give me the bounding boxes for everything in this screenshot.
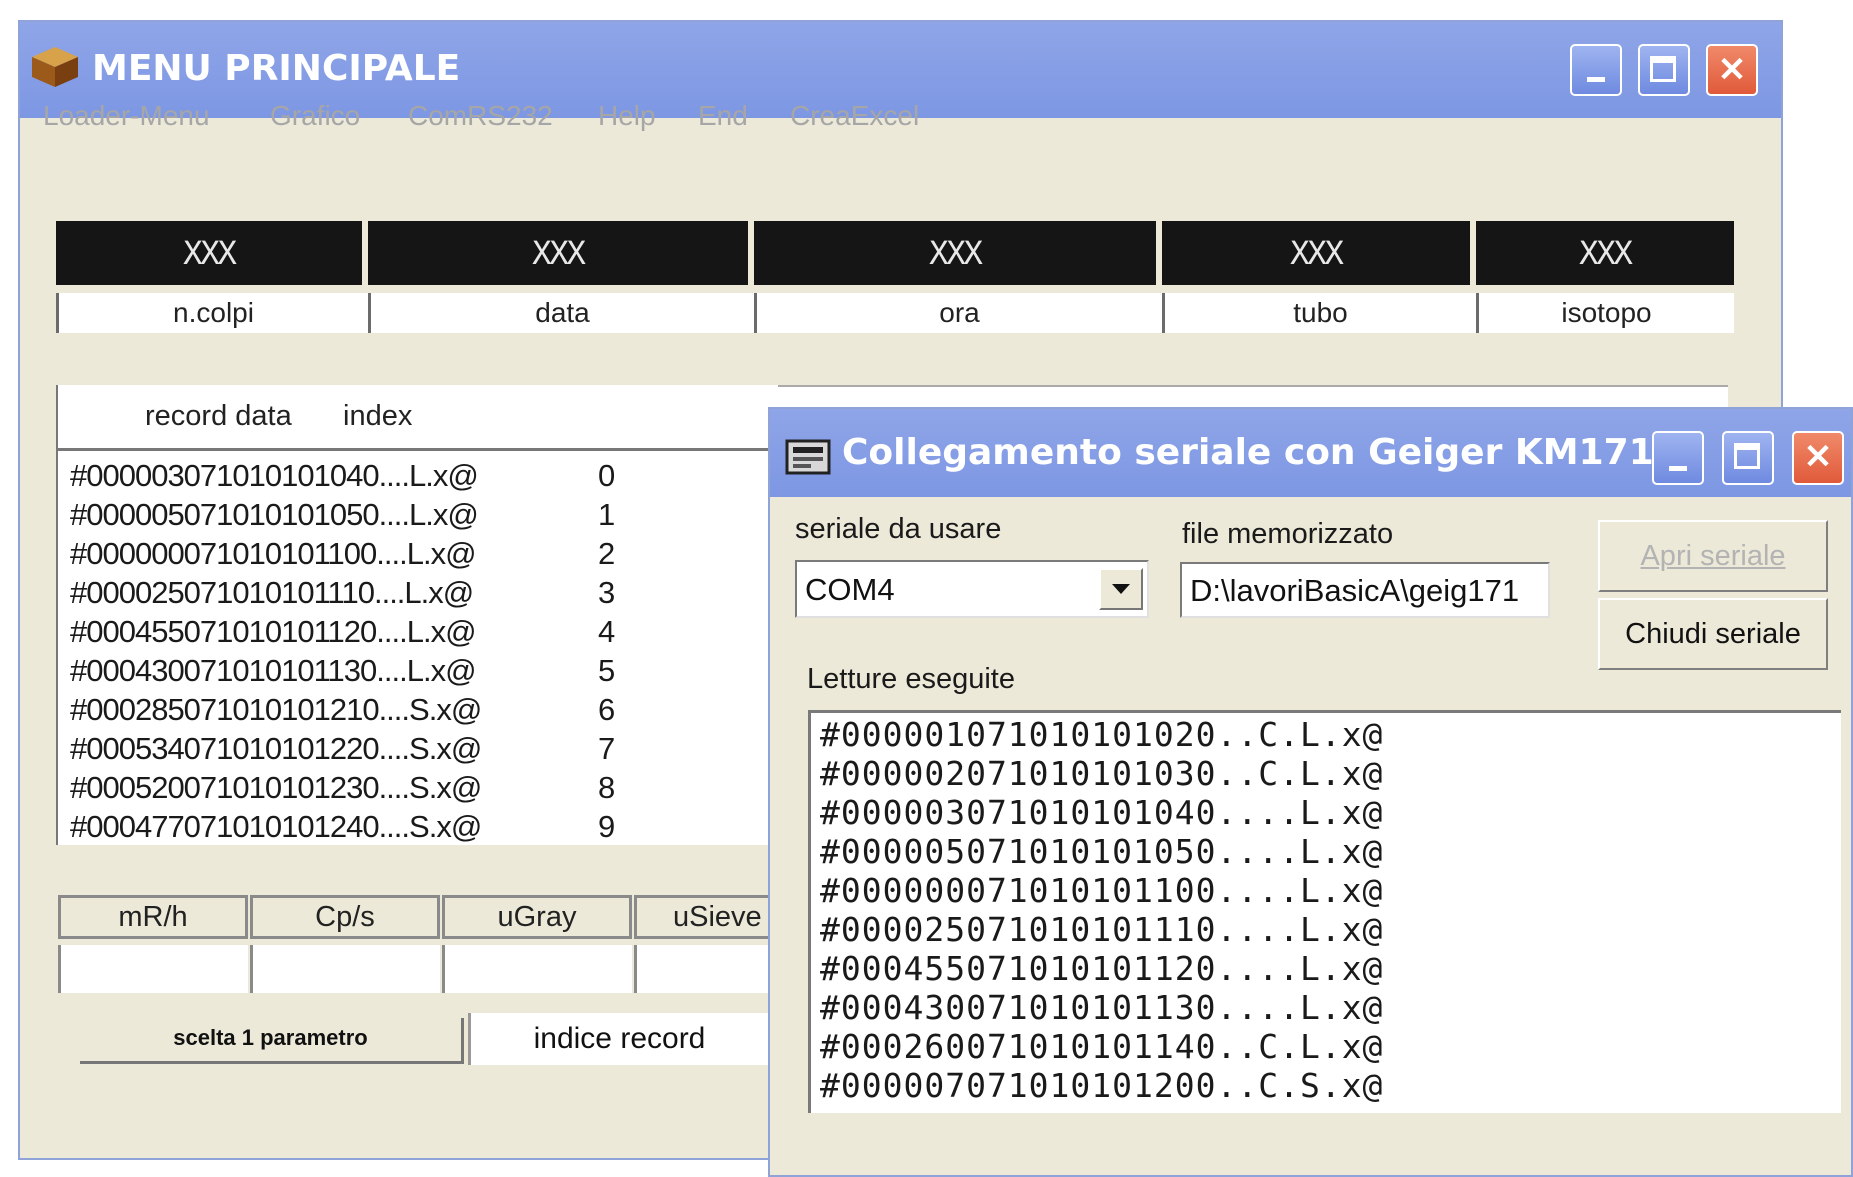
- minimize-icon: [1669, 466, 1687, 471]
- menu-end[interactable]: End: [698, 100, 748, 132]
- port-dropdown-button[interactable]: [1099, 568, 1143, 610]
- chevron-down-icon: [1112, 584, 1130, 594]
- value-ugray: [442, 945, 632, 993]
- record-row[interactable]: #000477071010101240....S.x@: [70, 809, 482, 845]
- record-index: 1: [598, 497, 616, 532]
- log-line: #000025071010101110....L.x@: [820, 910, 1384, 949]
- close-icon: ✕: [1803, 438, 1833, 476]
- display-ora: XXX: [754, 221, 1156, 285]
- menu-creaexcel[interactable]: CreaExcel: [790, 100, 919, 132]
- serial-maximize-button[interactable]: [1722, 431, 1774, 485]
- record-index: 5: [598, 653, 616, 688]
- menu-grafico[interactable]: Grafico: [270, 100, 360, 132]
- label-ora: ora: [754, 293, 1162, 333]
- record-row[interactable]: #000520071010101230....S.x@: [70, 770, 482, 806]
- log-line: #000430071010101130....L.x@: [820, 988, 1384, 1027]
- main-maximize-button[interactable]: [1638, 44, 1690, 96]
- menu-comrs232[interactable]: ComRS232: [408, 100, 553, 132]
- log-line: #000455071010101120....L.x@: [820, 949, 1384, 988]
- log-line: #000002071010101030..C.L.x@: [820, 754, 1384, 793]
- log-line: #000007071010101200..C.S.x@: [820, 1066, 1384, 1105]
- display-ncolpi: XXX: [56, 221, 362, 285]
- record-index: 7: [598, 731, 616, 766]
- record-index: 3: [598, 575, 616, 610]
- log-line: #000001071010101020..C.L.x@: [820, 715, 1384, 754]
- port-label: seriale da usare: [795, 513, 1002, 545]
- value-cps: [250, 945, 440, 993]
- record-index: 2: [598, 536, 616, 571]
- log-line: #000260071010101140..C.L.x@: [820, 1027, 1384, 1066]
- file-field[interactable]: D:\lavoriBasicA\geig171: [1180, 562, 1550, 618]
- unit-cps: Cp/s: [250, 895, 440, 939]
- serial-minimize-button[interactable]: [1652, 431, 1704, 485]
- menu-help[interactable]: Help: [598, 100, 656, 132]
- label-ncolpi: n.colpi: [56, 293, 368, 333]
- record-row[interactable]: #000455071010101120....L.x@: [70, 614, 477, 650]
- serial-window-title: Collegamento seriale con Geiger KM1710: [842, 432, 1679, 473]
- open-serial-button[interactable]: Apri seriale: [1598, 520, 1828, 592]
- serial-close-button[interactable]: ✕: [1792, 431, 1844, 485]
- log-line: #000005071010101050....L.x@: [820, 832, 1384, 871]
- record-index: 8: [598, 770, 616, 805]
- record-row[interactable]: #000285071010101210....S.x@: [70, 692, 482, 728]
- log-line: #000003071010101040....L.x@: [820, 793, 1384, 832]
- label-tubo: tubo: [1162, 293, 1476, 333]
- tab-indice-record[interactable]: indice record: [468, 1013, 768, 1065]
- record-row[interactable]: #000025071010101110....L.x@: [70, 575, 474, 611]
- record-list-header-data[interactable]: record data: [145, 400, 292, 433]
- close-serial-button[interactable]: Chiudi seriale: [1598, 598, 1828, 670]
- record-list-divider: [56, 448, 776, 451]
- record-row[interactable]: #000430071010101130....L.x@: [70, 653, 477, 689]
- display-data: XXX: [368, 221, 748, 285]
- main-close-button[interactable]: ✕: [1706, 44, 1758, 96]
- display-isotopo: XXX: [1476, 221, 1734, 285]
- record-index: 0: [598, 458, 616, 493]
- record-index: 6: [598, 692, 616, 727]
- log-label: Letture eseguite: [807, 663, 1015, 695]
- app-icon: [30, 45, 80, 89]
- display-tubo: XXX: [1162, 221, 1470, 285]
- record-row[interactable]: #000000071010101100....L.x@: [70, 536, 477, 572]
- unit-ugray: uGray: [442, 895, 632, 939]
- record-index: 9: [598, 809, 616, 844]
- port-select-value: COM4: [805, 572, 895, 607]
- record-list-header-index[interactable]: index: [343, 400, 412, 433]
- close-icon: ✕: [1717, 51, 1747, 89]
- label-data: data: [368, 293, 754, 333]
- main-window-title: MENU PRINCIPALE: [92, 48, 461, 89]
- menu-loader[interactable]: Loader-Menu: [43, 100, 210, 132]
- maximize-icon: [1650, 56, 1676, 82]
- log-line: #000000071010101100....L.x@: [820, 871, 1384, 910]
- maximize-icon: [1734, 443, 1760, 469]
- record-row[interactable]: #000005071010101050....L.x@: [70, 497, 479, 533]
- record-row[interactable]: #000534071010101220....S.x@: [70, 731, 482, 767]
- port-select[interactable]: COM4: [795, 560, 1149, 618]
- tab-scelta-parametro[interactable]: scelta 1 parametro: [80, 1018, 464, 1064]
- file-label: file memorizzato: [1182, 518, 1394, 550]
- record-index: 4: [598, 614, 616, 649]
- unit-mrh: mR/h: [58, 895, 248, 939]
- value-mrh: [58, 945, 248, 993]
- main-minimize-button[interactable]: [1570, 44, 1622, 96]
- serial-icon: [785, 437, 831, 477]
- minimize-icon: [1587, 77, 1605, 82]
- record-row[interactable]: #000003071010101040....L.x@: [70, 458, 479, 494]
- label-isotopo: isotopo: [1476, 293, 1734, 333]
